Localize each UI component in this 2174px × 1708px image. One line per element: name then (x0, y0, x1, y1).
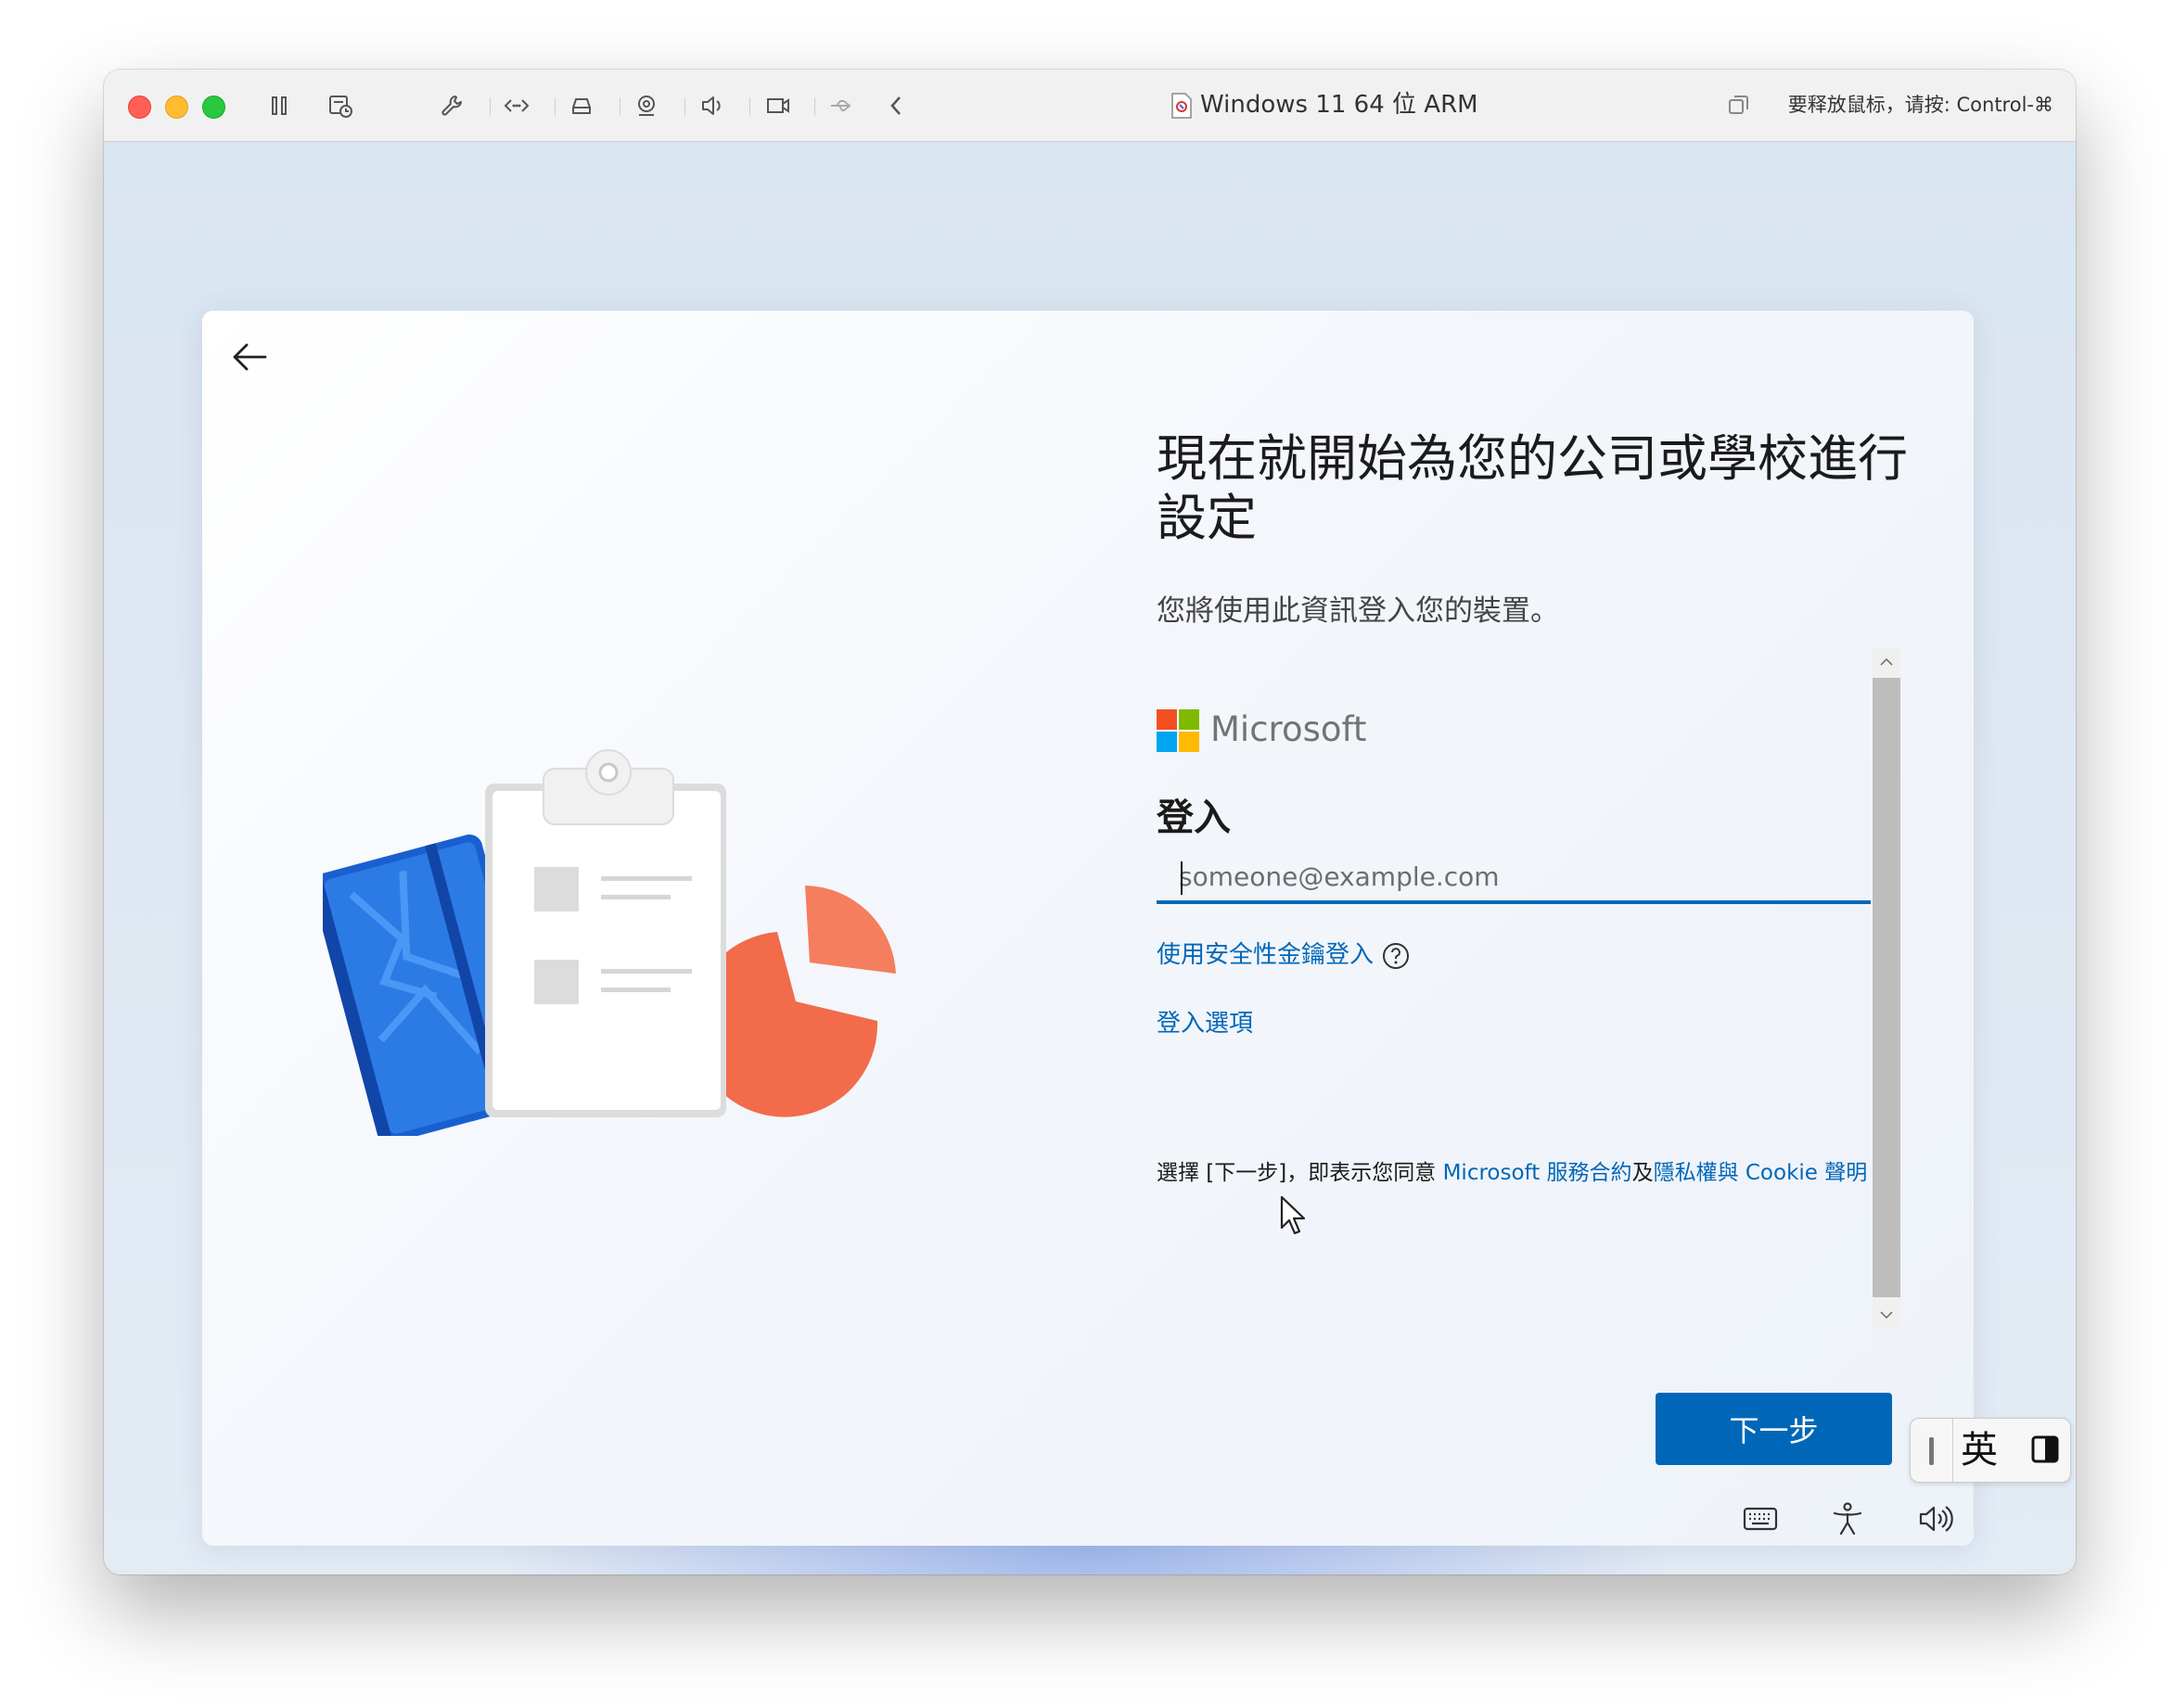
window-title: Windows 11 64 位 ARM (1170, 88, 1478, 121)
keyboard-icon[interactable] (1742, 1500, 1779, 1537)
signin-title: 登入 (1157, 797, 1231, 839)
vm-document-icon (1171, 92, 1192, 119)
next-button[interactable]: 下一步 (1656, 1393, 1892, 1465)
ime-panel-icon[interactable] (2031, 1435, 2059, 1463)
vm-display: 現在就開始為您的公司或學校進行設定 您將使用此資訊登入您的裝置。 Microso… (104, 142, 2076, 1574)
terms-statement: 選擇 [下一步]，即表示您同意 Microsoft 服務合約及隱私權與 Cook… (1157, 1154, 1867, 1186)
oobe-setup-dialog: 現在就開始為您的公司或學校進行設定 您將使用此資訊登入您的裝置。 Microso… (202, 311, 1974, 1546)
setup-illustration (323, 749, 896, 1136)
toolbar-separator (749, 97, 750, 116)
ime-indicator[interactable]: 英 (1910, 1418, 2071, 1483)
microsoft-wordmark: Microsoft (1210, 709, 1367, 749)
code-icon[interactable] (503, 92, 531, 120)
page-heading: 現在就開始為您的公司或學校進行設定 (1157, 429, 1908, 547)
wrench-icon[interactable] (438, 92, 466, 120)
signin-options-link[interactable]: 登入選項 (1157, 1004, 1253, 1039)
mouse-pointer-icon (1280, 1195, 1306, 1235)
pause-icon[interactable] (265, 92, 293, 120)
minimize-window-button[interactable] (165, 96, 188, 119)
security-key-signin-label: 使用安全性金鑰登入 (1157, 941, 1375, 969)
toolbar-separator (814, 97, 815, 116)
signin-panel-scrollbar[interactable] (1873, 648, 1900, 1329)
vm-window: Windows 11 64 位 ARM 要释放鼠标，请按: Control-⌘ (104, 70, 2076, 1574)
disk-icon[interactable] (568, 92, 595, 120)
email-input[interactable] (1157, 852, 1871, 904)
clone-window-icon[interactable] (1727, 93, 1751, 117)
microsoft-logo-icon (1157, 709, 1199, 752)
ime-handle[interactable] (1929, 1437, 1934, 1465)
title-bar: Windows 11 64 位 ARM 要释放鼠标，请按: Control-⌘ (104, 70, 2076, 142)
help-icon[interactable] (1381, 941, 1411, 971)
usb-icon[interactable] (827, 92, 855, 120)
accessibility-icon[interactable] (1829, 1500, 1866, 1537)
text-cursor (1181, 861, 1183, 895)
back-arrow-icon[interactable] (230, 337, 271, 377)
privacy-cookie-link[interactable]: 隱私權與 Cookie 聲明 (1654, 1161, 1868, 1185)
toolbar-separator (555, 97, 556, 116)
terms-prefix: 選擇 [下一步]，即表示您同意 (1157, 1161, 1443, 1185)
toolbar-separator (684, 97, 685, 116)
speaker-icon[interactable] (697, 92, 725, 120)
video-icon[interactable] (764, 92, 792, 120)
volume-icon[interactable] (1916, 1500, 1953, 1537)
service-agreement-link[interactable]: Microsoft 服務合約 (1443, 1161, 1632, 1185)
window-title-text: Windows 11 64 位 ARM (1200, 91, 1478, 119)
scroll-up-arrow-icon[interactable] (1873, 648, 1900, 676)
security-key-signin-link[interactable]: 使用安全性金鑰登入 (1157, 936, 1411, 971)
page-subtext: 您將使用此資訊登入您的裝置。 (1157, 594, 1559, 628)
scroll-down-arrow-icon[interactable] (1873, 1301, 1900, 1329)
signin-panel: Microsoft 登入 使用安全性金鑰登入 登入選項 選擇 [下一步]，即表示… (1157, 648, 1901, 1325)
close-window-button[interactable] (128, 96, 151, 119)
terms-and: 及 (1631, 1161, 1654, 1185)
ime-mode[interactable]: 英 (1961, 1428, 1998, 1472)
zoom-window-button[interactable] (202, 96, 225, 119)
toolbar-separator (490, 97, 491, 116)
ime-separator (1952, 1419, 1953, 1482)
chevron-left-icon[interactable] (883, 92, 911, 120)
release-mouse-hint: 要释放鼠标，请按: Control-⌘ (1787, 94, 2053, 116)
camera-icon[interactable] (633, 92, 660, 120)
snapshot-icon[interactable] (326, 92, 354, 120)
scrollbar-thumb[interactable] (1873, 678, 1900, 1297)
